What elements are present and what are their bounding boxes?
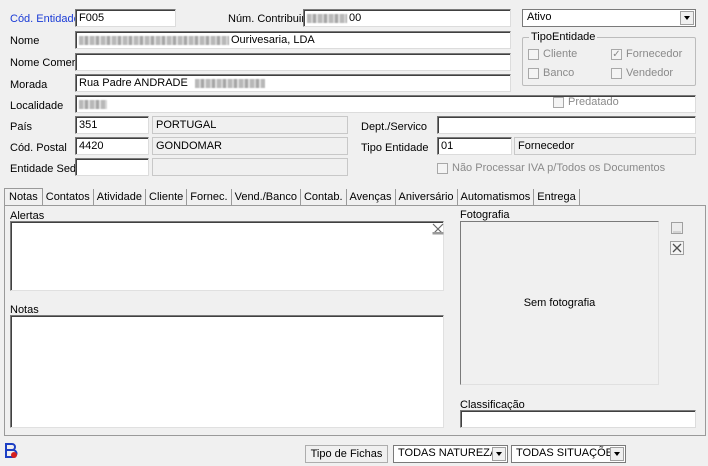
tab-fornec[interactable]: Fornec. — [187, 189, 232, 205]
estado-select[interactable]: Ativo — [522, 9, 696, 27]
cod-entidade-field[interactable]: F005 — [75, 9, 176, 27]
nome-value: Ourivesaria, LDA — [231, 34, 315, 46]
checkbox-box[interactable] — [528, 49, 539, 60]
fotografia-label: Fotografia — [460, 209, 510, 221]
notas-textarea[interactable] — [10, 315, 444, 428]
clear-field-icon[interactable] — [430, 221, 446, 237]
photo-frame[interactable]: Sem fotografia — [460, 221, 659, 385]
redacted-text — [307, 13, 347, 23]
checkbox-nao-processar-iva-label: Não Processar IVA p/Todos os Documentos — [452, 162, 666, 174]
tab-cliente[interactable]: Cliente — [146, 189, 188, 205]
chevron-down-icon[interactable] — [610, 447, 624, 461]
chevron-down-icon[interactable] — [492, 447, 506, 461]
tab-atividade[interactable]: Atividade — [94, 189, 147, 205]
redacted-text — [194, 78, 265, 88]
entidade-sede-label: Entidade Sede — [10, 163, 83, 175]
checkbox-cliente-label: Cliente — [543, 48, 578, 60]
entidade-sede-name-field — [152, 158, 348, 176]
tab-vend-banco[interactable]: Vend./Banco — [232, 189, 301, 205]
dept-servico-label: Dept./Servico — [361, 121, 428, 133]
checkmark-icon[interactable]: ✓ — [611, 49, 622, 60]
tab-entrega[interactable]: Entrega — [534, 189, 580, 205]
naturezas-value: TODAS NATUREZAS — [398, 447, 505, 459]
classificacao-field[interactable] — [460, 410, 696, 428]
tab-notas[interactable]: Notas — [4, 188, 43, 206]
tipo-fichas-button[interactable]: Tipo de Fichas — [305, 445, 388, 463]
checkbox-banco-label: Banco — [543, 67, 575, 79]
tab-contatos[interactable]: Contatos — [43, 189, 94, 205]
morada-field[interactable]: Rua Padre ANDRADE — [75, 74, 511, 92]
redacted-text — [79, 35, 229, 45]
entidade-sede-field[interactable] — [75, 158, 149, 176]
checkbox-fornecedor[interactable]: ✓ Fornecedor — [611, 48, 682, 61]
tab-strip: Notas Contatos Atividade Cliente Fornec.… — [4, 188, 580, 206]
morada-label: Morada — [10, 79, 48, 91]
num-contribuinte-value: 00 — [349, 12, 362, 24]
cod-entidade-label: Cód. Entidade — [10, 13, 80, 25]
tipo-entidade-group-title: TipoEntidade — [529, 31, 598, 43]
tipo-entidade-label: Tipo Entidade — [361, 142, 429, 154]
cod-postal-label: Cód. Postal — [10, 142, 67, 154]
checkbox-box[interactable] — [553, 97, 564, 108]
situacoes-select[interactable]: TODAS SITUAÇÕES — [511, 445, 626, 463]
checkbox-fornecedor-label: Fornecedor — [626, 48, 683, 60]
load-photo-icon[interactable] — [669, 220, 685, 236]
pais-name-field: PORTUGAL — [152, 116, 348, 134]
tab-avencas[interactable]: Avenças — [347, 189, 396, 205]
localidade-label: Localidade — [10, 100, 64, 112]
tab-automatismos[interactable]: Automatismos — [458, 189, 535, 205]
checkbox-vendedor[interactable]: Vendedor — [611, 67, 673, 80]
checkbox-box[interactable] — [437, 163, 448, 174]
no-photo-text: Sem fotografia — [523, 297, 596, 309]
estado-value: Ativo — [527, 11, 552, 23]
delete-photo-icon[interactable] — [669, 240, 685, 256]
situacoes-value: TODAS SITUAÇÕES — [516, 447, 621, 459]
checkbox-box[interactable] — [611, 68, 622, 79]
pais-code-field[interactable]: 351 — [75, 116, 149, 134]
checkbox-nao-processar-iva[interactable]: Não Processar IVA p/Todos os Documentos — [437, 162, 665, 175]
dept-servico-field[interactable] — [437, 116, 696, 134]
morada-value: Rua Padre ANDRADE — [79, 77, 188, 89]
tab-aniversario[interactable]: Aniversário — [396, 189, 458, 205]
nome-comercial-field[interactable] — [75, 53, 511, 71]
app-logo-icon — [3, 442, 19, 460]
nome-field[interactable]: Ourivesaria, LDA — [75, 31, 511, 49]
checkbox-predatado-label: Predatado — [568, 96, 619, 108]
nome-label: Nome — [10, 35, 40, 47]
alertas-textarea[interactable] — [10, 221, 444, 291]
checkbox-banco[interactable]: Banco — [528, 67, 574, 80]
redacted-text — [79, 99, 107, 109]
tipo-entidade-code-field[interactable]: 01 — [437, 137, 512, 155]
cod-postal-name-field: GONDOMAR — [152, 137, 348, 155]
checkbox-predatado[interactable]: Predatado — [553, 96, 619, 109]
tab-contab[interactable]: Contab. — [301, 189, 347, 205]
num-contribuinte-field[interactable]: 00 — [303, 9, 511, 27]
checkbox-cliente[interactable]: Cliente — [528, 48, 577, 61]
tipo-entidade-name-field: Fornecedor — [514, 137, 696, 155]
chevron-down-icon[interactable] — [680, 11, 694, 25]
pais-label: País — [10, 121, 33, 133]
naturezas-select[interactable]: TODAS NATUREZAS — [393, 445, 508, 463]
checkbox-box[interactable] — [528, 68, 539, 79]
checkbox-vendedor-label: Vendedor — [626, 67, 674, 79]
cod-postal-code-field[interactable]: 4420 — [75, 137, 149, 155]
